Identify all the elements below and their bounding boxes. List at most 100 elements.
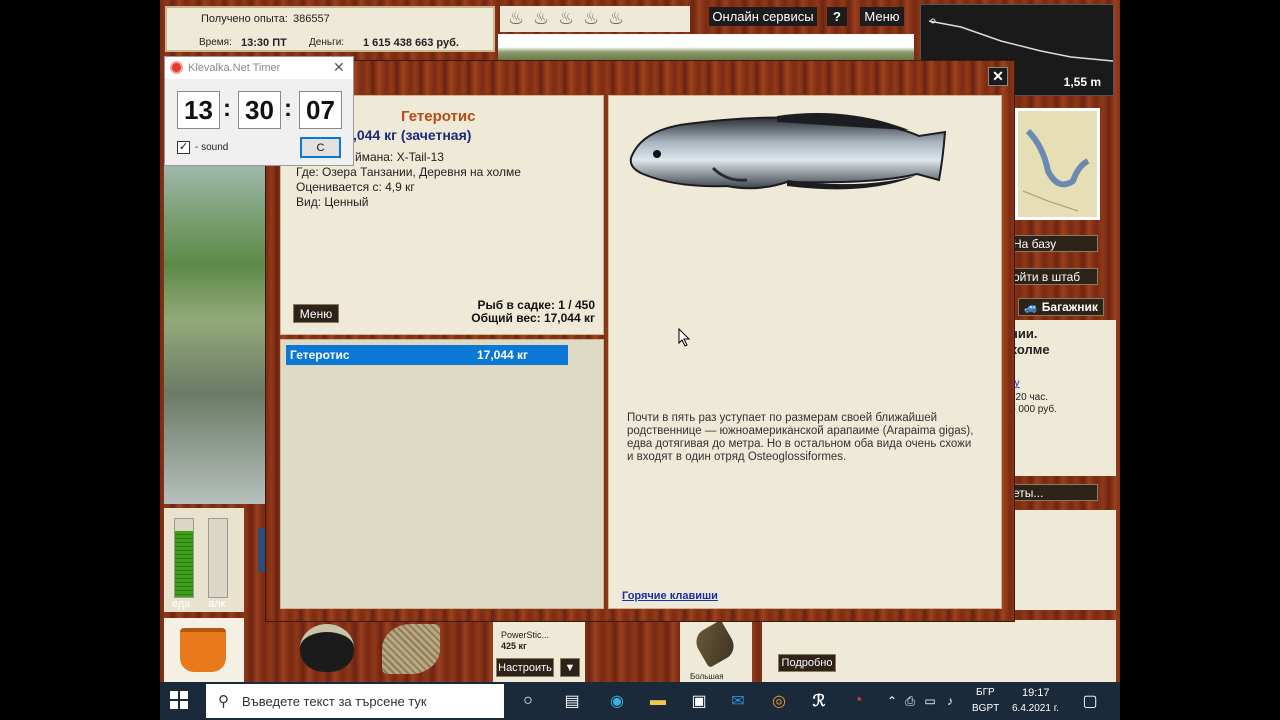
fish-weight: ,044 кг (зачетная) — [353, 127, 472, 143]
info-hours: : 20 час. — [1010, 392, 1049, 403]
list-item[interactable]: Гетеротис 17,044 кг — [286, 345, 568, 365]
timer-sep-2: : — [284, 95, 292, 122]
fish-description: Почти в пять раз уступает по размерам св… — [627, 412, 974, 463]
edge-icon[interactable]: ◉ — [605, 689, 629, 713]
mouse-cursor-icon — [678, 328, 691, 347]
food-gauge-fill — [175, 530, 193, 597]
online-services-button[interactable]: Онлайн сервисы — [709, 7, 817, 26]
timer-title: Klevalka.Net Timer — [188, 62, 281, 74]
fish-valued-from: Оценивается с: 4,9 кг — [296, 180, 415, 194]
details-label: Подробно — [781, 657, 833, 669]
to-base-label: На базу — [1013, 236, 1057, 251]
timer-minutes: 30 — [238, 91, 281, 129]
status-panel: Получено опыта: 386557 Время: 13:30 ПТ Д… — [165, 6, 495, 52]
timer-titlebar: Klevalka.Net Timer ✕ — [165, 57, 353, 79]
timer-seconds-value: 07 — [306, 94, 335, 125]
alc-label: алк — [208, 598, 226, 610]
menu-button[interactable]: Меню — [860, 7, 904, 26]
bell-icon[interactable]: ♨ — [508, 8, 524, 29]
bells-panel: ♨ ♨ ♨ ♨ ♨ — [500, 6, 690, 32]
bucket-slot[interactable] — [164, 618, 244, 682]
volume-icon[interactable]: ♪ — [938, 689, 962, 713]
timer-clear-button[interactable]: C — [300, 137, 341, 158]
chrome-icon[interactable]: ◎ — [767, 689, 791, 713]
net-icon[interactable] — [382, 624, 440, 674]
search-icon: ⚲ — [218, 693, 229, 710]
lang-line-2[interactable]: BGPT — [972, 703, 999, 714]
hotkeys-link[interactable]: Горячие клавиши — [622, 590, 718, 602]
clock-date[interactable]: 6.4.2021 г. — [1012, 703, 1059, 714]
food-label: еда — [172, 598, 191, 610]
store-icon[interactable]: ▣ — [687, 689, 711, 713]
money-label: Деньги: — [309, 37, 345, 48]
search-box[interactable]: ⚲ Въведете текст за търсене тук — [206, 684, 504, 718]
bait-label: Большая — [690, 672, 724, 681]
start-button[interactable] — [170, 691, 190, 711]
info-price: 0 000 руб. — [1010, 404, 1057, 415]
fish-image — [629, 113, 947, 190]
sound-label: - sound — [195, 142, 229, 153]
notifications-icon[interactable]: ▢ — [1078, 689, 1102, 713]
configure-button[interactable]: Настроить — [496, 658, 554, 677]
money-value: 1 615 438 663 руб. — [363, 37, 459, 49]
timeline-icon[interactable]: ▤ — [560, 689, 584, 713]
to-base-button[interactable]: На базу — [1008, 235, 1098, 252]
lower-right-panel — [762, 620, 1116, 682]
details-button[interactable]: Подробно — [778, 654, 836, 672]
timer-app-icon — [170, 61, 183, 74]
map-thumbnail[interactable] — [1015, 108, 1100, 220]
pot-icon[interactable] — [300, 624, 354, 672]
chevron-down-icon: ▼ — [564, 661, 576, 674]
timer-seconds: 07 — [299, 91, 342, 129]
trunk-label: Багажник — [1041, 300, 1098, 314]
fish-menu-label: Меню — [299, 306, 333, 321]
online-services-label: Онлайн сервисы — [712, 9, 814, 24]
lang-line-1[interactable]: БГР — [976, 687, 995, 698]
dropdown-arrow-button[interactable]: ▼ — [560, 658, 580, 677]
location-info: нии. холме ку : 20 час. 0 000 руб. 9 — [1008, 320, 1116, 476]
timer-clear-label: C — [316, 141, 325, 154]
bell-icon[interactable]: ♨ — [558, 8, 574, 29]
timer-hours: 13 — [177, 91, 220, 129]
fish-dialog: ✕ Гетеротис ,044 кг (зачетная) ймана: X-… — [265, 60, 1015, 622]
bait-slot[interactable]: Большая — [680, 619, 752, 682]
mail-icon[interactable]: ✉ — [726, 689, 750, 713]
bell-icon[interactable]: ♨ — [608, 8, 624, 29]
taskbar: ⚲ Въведете текст за търсене тук ○ ▤ ◉ ▬ … — [160, 682, 1120, 720]
fish-menu-button[interactable]: Меню — [293, 304, 339, 323]
rod-weight: 425 кг — [501, 641, 527, 651]
car-icon: 🚙 — [1024, 301, 1038, 314]
more-label: еты... — [1013, 485, 1044, 500]
sound-checkbox[interactable]: ✓ — [177, 141, 190, 154]
depth-value: 1,55 m — [1063, 75, 1101, 89]
total-weight: Общий вес: 17,044 кг — [471, 311, 595, 325]
bell-icon[interactable]: ♨ — [533, 8, 549, 29]
bell-icon[interactable]: ♨ — [583, 8, 599, 29]
close-button[interactable]: ✕ — [988, 67, 1008, 86]
configure-label: Настроить — [498, 661, 552, 674]
windows-logo-icon — [170, 691, 188, 709]
rod-name: PowerStic... — [501, 630, 550, 640]
timer-hours-value: 13 — [184, 94, 213, 125]
right-lower-panel: 3 — [1008, 510, 1116, 610]
list-item-weight: 17,044 кг — [477, 348, 529, 362]
to-hq-button[interactable]: ойти в штаб — [1008, 268, 1098, 285]
file-explorer-icon[interactable]: ▬ — [646, 689, 670, 713]
fish-kind: Вид: Ценный — [296, 195, 369, 209]
task-view-icon[interactable]: ○ — [516, 689, 540, 713]
more-button[interactable]: еты... — [1008, 484, 1098, 501]
game-app-icon[interactable]: ℛ — [807, 689, 831, 713]
fish-caught-with: ймана: X-Tail-13 — [355, 150, 444, 164]
clock-time[interactable]: 19:17 — [1022, 687, 1050, 699]
help-button[interactable]: ? — [827, 7, 847, 26]
lake-scene — [164, 136, 266, 504]
close-icon: ✕ — [992, 68, 1004, 84]
timer-app-taskbar-icon[interactable]: ◔ — [846, 689, 870, 713]
gauge-panel: еда алк — [164, 508, 244, 612]
time-value: 13:30 ПТ — [241, 37, 287, 49]
timer-sep-1: : — [223, 95, 231, 122]
food-gauge — [174, 518, 194, 598]
timer-close-icon[interactable]: ✕ — [333, 59, 345, 76]
trunk-button[interactable]: 🚙 Багажник — [1018, 298, 1104, 316]
to-hq-label: ойти в штаб — [1013, 269, 1081, 284]
